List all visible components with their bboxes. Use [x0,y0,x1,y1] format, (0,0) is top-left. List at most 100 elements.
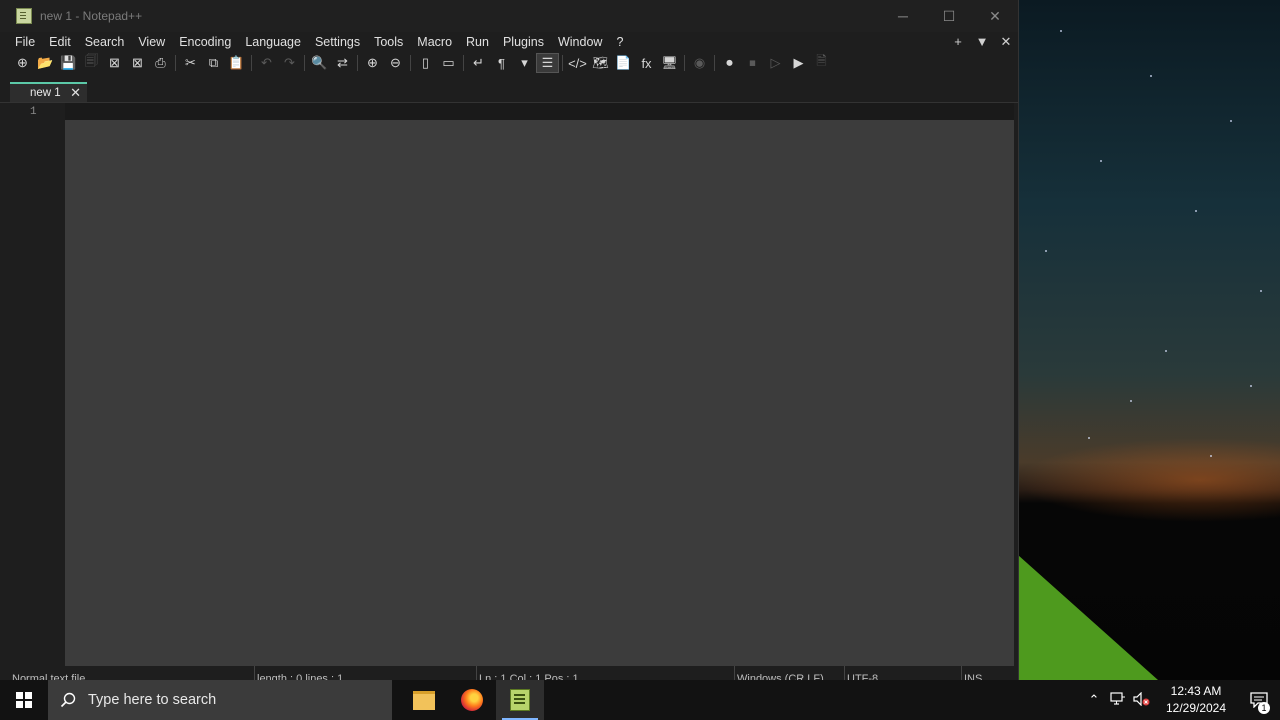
maximize-button[interactable]: ☐ [926,0,972,32]
action-center-button[interactable]: 1 [1238,692,1280,714]
menu-file[interactable]: File [0,35,42,49]
menu-settings[interactable]: Settings [308,35,367,49]
function-list-icon[interactable]: fx [635,53,658,73]
menu-plugins[interactable]: Plugins [496,35,551,49]
zoom-in-icon[interactable]: ⊕ [361,53,384,73]
notification-count-badge: 1 [1258,702,1270,714]
new-tab-button[interactable]: + [946,34,970,50]
toolbar-separator [562,55,563,71]
sync-vertical-icon[interactable]: ▯ [414,53,437,73]
star [1060,30,1062,32]
start-button[interactable] [0,680,48,720]
toolbar-separator [410,55,411,71]
star [1195,210,1197,212]
system-tray: ⌃ 12:43 AM 12/29/2024 1 [1082,680,1280,720]
taskbar-notepadpp[interactable] [496,680,544,720]
menu-macro[interactable]: Macro [410,35,459,49]
taskbar-search-box[interactable]: Type here to search [48,680,392,720]
window-controls: ─ ☐ ✕ [880,0,1018,32]
text-editor[interactable] [65,103,1014,666]
star [1045,250,1047,252]
toolbar-separator [304,55,305,71]
dropdown-arrow-icon[interactable]: ▾ [513,53,536,73]
open-file-icon[interactable]: 📂 [34,53,57,73]
sync-horizontal-icon[interactable]: ▭ [437,53,460,73]
show-all-chars-icon[interactable]: ¶ [490,53,513,73]
star [1250,385,1252,387]
play-macro-icon[interactable]: ▷ [764,53,787,73]
tab-new-1[interactable]: new 1 ✕ [10,82,87,102]
menu-tools[interactable]: Tools [367,35,410,49]
indent-guide-icon[interactable]: ☰ [536,53,559,73]
close-document-button[interactable]: ✕ [994,34,1018,50]
star [1130,400,1132,402]
copy-icon[interactable]: ⧉ [202,53,225,73]
menu-language[interactable]: Language [238,35,308,49]
text-canvas[interactable] [65,120,1014,666]
star [1150,75,1152,77]
taskbar-firefox[interactable] [448,680,496,720]
windows-logo-icon [16,692,32,708]
status-cursor-position: Ln : 1 Col : 1 Pos : 1 [477,666,735,680]
monitoring-icon[interactable]: ◉ [688,53,711,73]
volume-muted-icon[interactable] [1130,691,1154,709]
status-insert-mode: INS [964,673,983,680]
menu-help[interactable]: ? [609,35,630,49]
firefox-icon [461,689,483,711]
tab-close-icon[interactable]: ✕ [70,85,81,101]
tab-list-dropdown[interactable]: ▼ [970,34,994,50]
zoom-out-icon[interactable]: ⊖ [384,53,407,73]
undo-icon[interactable]: ↶ [255,53,278,73]
save-all-icon[interactable]: 🗐 [80,53,103,73]
close-all-icon[interactable]: ⊠ [126,53,149,73]
taskbar-clock[interactable]: 12:43 AM 12/29/2024 [1160,683,1232,717]
close-file-icon[interactable]: ⊠ [103,53,126,73]
chevron-up-icon[interactable]: ⌃ [1082,692,1106,708]
toolbar-separator [175,55,176,71]
menu-run[interactable]: Run [459,35,496,49]
menu-view[interactable]: View [131,35,172,49]
replace-icon[interactable]: ⇄ [331,53,354,73]
menu-search[interactable]: Search [78,35,132,49]
network-icon[interactable] [1106,691,1130,709]
taskbar: Type here to search ⌃ 12:43 AM 12/29/202… [0,680,1280,720]
title-bar[interactable]: new 1 - Notepad++ ─ ☐ ✕ [0,0,1018,32]
current-line-highlight[interactable] [65,103,1014,120]
window-title: new 1 - Notepad++ [40,9,143,23]
toolbar-separator [684,55,685,71]
file-explorer-icon [413,690,435,710]
print-icon[interactable]: ⎙ [149,53,172,73]
tab-bar: new 1 ✕ [0,80,1018,103]
run-macro-multiple-icon[interactable]: ▶ [787,53,810,73]
status-encoding: UTF-8 [845,666,962,680]
code-icon[interactable]: </> [566,53,589,73]
clock-time: 12:43 AM [1170,684,1222,698]
minimize-button[interactable]: ─ [880,0,926,32]
document-list-icon[interactable]: 📄 [612,53,635,73]
record-macro-icon[interactable]: ⏺ [718,53,741,73]
toolbar-separator [357,55,358,71]
close-button[interactable]: ✕ [972,0,1018,32]
paste-icon[interactable]: 📋 [225,53,248,73]
word-wrap-icon[interactable]: ↵ [467,53,490,73]
wallpaper-hill [1018,555,1158,680]
stop-macro-icon[interactable]: ⏹ [741,53,764,73]
redo-icon[interactable]: ↷ [278,53,301,73]
menu-bar: File Edit Search View Encoding Language … [0,32,1018,52]
folder-workspace-icon[interactable]: 🖥 [658,53,681,73]
save-icon[interactable]: 💾 [57,53,80,73]
find-icon[interactable]: 🔍 [308,53,331,73]
menu-edit[interactable]: Edit [42,35,78,49]
document-map-icon[interactable]: 🗺 [589,53,612,73]
save-macro-icon[interactable]: 🗎 [810,53,833,73]
notepadpp-app-icon[interactable] [16,8,32,24]
search-placeholder: Type here to search [88,692,217,708]
toolbar-separator [463,55,464,71]
new-file-icon[interactable]: ⊕ [11,53,34,73]
search-icon [48,692,88,708]
menu-window[interactable]: Window [551,35,609,49]
menu-encoding[interactable]: Encoding [172,35,238,49]
cut-icon[interactable]: ✂ [179,53,202,73]
taskbar-file-explorer[interactable] [400,680,448,720]
line-number: 1 [30,106,37,118]
